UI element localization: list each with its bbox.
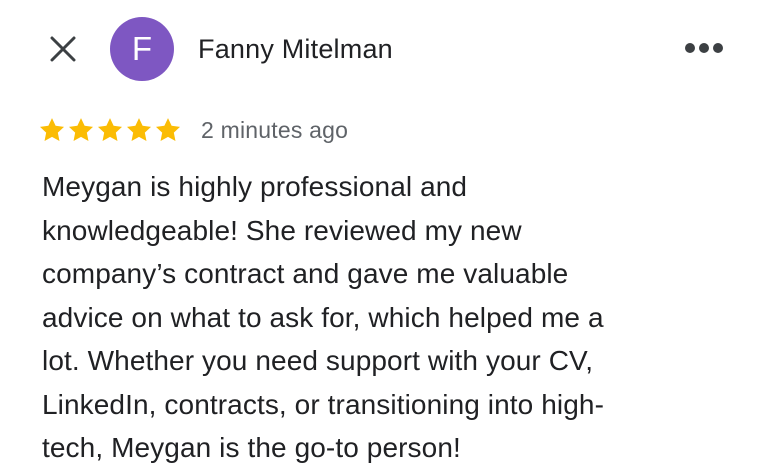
review-text-line: lot. Whether you need support with your … (42, 345, 594, 376)
rating-row: 2 minutes ago (38, 112, 348, 148)
avatar-letter: F (131, 30, 153, 67)
review-header: F Fanny Mitelman (0, 0, 768, 100)
star-icon (126, 118, 152, 141)
star-rating (38, 116, 183, 144)
close-icon (50, 36, 76, 62)
review-text-line: Meygan is highly professional and (42, 171, 468, 202)
review-text: Meygan is highly professional and knowled… (42, 165, 722, 470)
review-timestamp: 2 minutes ago (201, 116, 349, 143)
star-icon (155, 118, 181, 141)
star-icon (68, 118, 94, 141)
star-icon (97, 118, 123, 141)
more-options-button[interactable] (680, 30, 728, 66)
reviewer-name[interactable]: Fanny Mitelman (198, 32, 393, 66)
review-text-line: LinkedIn, contracts, or transitioning in… (42, 388, 604, 420)
review-text-line: tech, Meygan is the go-to person! (42, 432, 461, 463)
review-text-line: knowledgeable! She reviewed my new (42, 214, 522, 246)
review-text-line: advice on what to ask for, which helped … (42, 301, 604, 333)
avatar[interactable]: F (110, 17, 174, 81)
star-icon (39, 118, 65, 141)
more-horiz-icon (685, 43, 723, 53)
review-text-line: company’s contract and gave me valuable (42, 258, 569, 289)
close-button[interactable] (44, 30, 82, 68)
